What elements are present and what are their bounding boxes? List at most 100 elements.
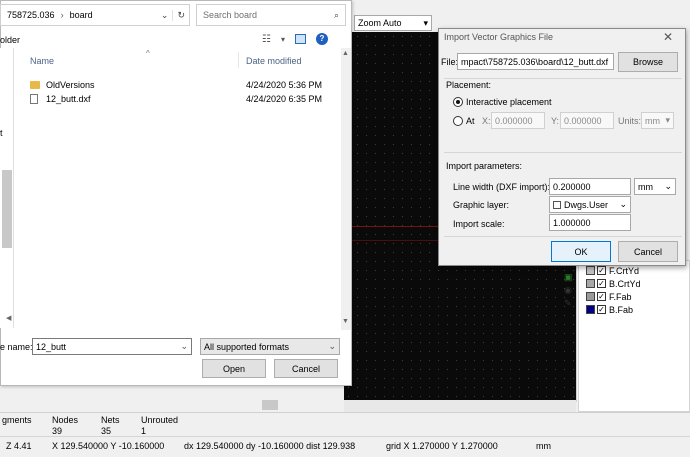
filetype-select[interactable]: All supported formats ⌄: [200, 338, 340, 355]
x-label: X:: [482, 116, 491, 126]
layer-row-bcrtyd[interactable]: ✓ B.CrtYd: [586, 277, 641, 290]
breadcrumb-separator-icon: ›: [60, 10, 64, 20]
line-width-label: Line width (DXF import):: [453, 182, 551, 192]
y-position-input[interactable]: 0.000000: [560, 112, 614, 129]
graphic-layer-display: Dwgs.User: [553, 200, 608, 210]
file-list-scrollbar[interactable]: [341, 48, 351, 330]
zoom-select[interactable]: Zoom Auto ▾: [354, 15, 432, 31]
layer-color-swatch[interactable]: [586, 305, 595, 314]
placement-group-divider: [444, 78, 682, 79]
nodes-value: 39: [52, 426, 63, 436]
graphic-layer-select[interactable]: Dwgs.User ⌄: [549, 196, 631, 213]
file-path-value: mpact\758725.036\board\12_butt.dxf: [461, 56, 609, 67]
help-icon[interactable]: ?: [315, 33, 328, 45]
graphic-layer-label: Graphic layer:: [453, 200, 510, 210]
buttons-divider: [444, 236, 682, 237]
line-width-units-value: mm: [638, 181, 653, 192]
layer-tools-icon[interactable]: ✎: [564, 298, 574, 308]
x-position-input[interactable]: 0.000000: [491, 112, 545, 129]
line-width-units-select[interactable]: mm ⌄: [634, 178, 676, 195]
dialog-title: Import Vector Graphics File: [444, 32, 554, 42]
browse-button-label: Browse: [632, 57, 663, 67]
zoom-readout: Z 4.41: [6, 441, 32, 451]
filename-input[interactable]: 12_butt ⌄: [32, 338, 192, 355]
chevron-down-icon: ⌄: [619, 199, 627, 209]
document-icon: [30, 94, 38, 104]
browse-button[interactable]: Browse: [618, 52, 678, 72]
at-position-radio[interactable]: [453, 116, 463, 126]
open-button[interactable]: Open: [202, 359, 266, 378]
search-input[interactable]: Search board ⌕: [196, 4, 346, 26]
units-select[interactable]: mm ▾: [641, 112, 674, 129]
line-width-input[interactable]: 0.200000: [549, 178, 631, 195]
scroll-left-icon[interactable]: ◀: [6, 314, 11, 322]
file-path-input[interactable]: mpact\758725.036\board\12_butt.dxf: [457, 53, 614, 70]
view-list-icon[interactable]: ☷: [262, 34, 271, 45]
chevron-down-icon: ⌄: [328, 341, 336, 351]
file-name: 12_butt.dxf: [46, 94, 91, 104]
zoom-select-label: Zoom Auto: [358, 18, 402, 28]
preview-pane-icon[interactable]: [294, 34, 306, 44]
column-header-name[interactable]: Name: [30, 56, 54, 66]
layer-name: B.Fab: [609, 304, 634, 315]
layer-side-icons: ▣ ◉ ✎: [564, 272, 574, 308]
unrouted-value: 1: [141, 426, 147, 436]
close-icon[interactable]: ✕: [663, 30, 673, 44]
y-label: Y:: [551, 116, 560, 126]
layer-checkbox[interactable]: ✓: [597, 292, 606, 301]
navigation-scroll-thumb[interactable]: [2, 170, 12, 248]
import-scale-input[interactable]: 1.000000: [549, 214, 631, 231]
delta-readout: dx 129.540000 dy -10.160000 dist 129.938: [184, 441, 356, 451]
filename-value: 12_butt: [36, 341, 67, 352]
column-header-date[interactable]: Date modified: [246, 56, 302, 66]
breadcrumb-part[interactable]: 758725.036: [7, 10, 55, 20]
layer-checkbox[interactable]: ✓: [597, 279, 606, 288]
ok-button[interactable]: OK: [551, 241, 611, 262]
canvas-scroll-thumb[interactable]: [262, 400, 278, 410]
column-divider[interactable]: [238, 52, 239, 68]
filename-label: e name:: [0, 342, 33, 352]
board-edge-line-secondary: [344, 240, 438, 241]
nets-value: 35: [101, 426, 112, 436]
cancel-button-label: Cancel: [291, 363, 320, 374]
layer-color-swatch[interactable]: [586, 279, 595, 288]
chevron-down-icon[interactable]: ▾: [281, 35, 285, 44]
highlight-icon[interactable]: ▣: [564, 272, 574, 282]
interactive-placement-label[interactable]: Interactive placement: [466, 97, 552, 107]
import-cancel-button[interactable]: Cancel: [618, 241, 678, 262]
interactive-placement-radio[interactable]: [453, 97, 463, 107]
nav-item-fragment[interactable]: t: [0, 128, 3, 138]
list-item[interactable]: OldVersions 4/24/2020 5:36 PM: [30, 78, 330, 92]
layer-row-bfab[interactable]: ✓ B.Fab: [586, 303, 641, 316]
chevron-down-icon[interactable]: ⌄: [157, 10, 173, 21]
chevron-down-icon[interactable]: ⌄: [180, 341, 188, 352]
scroll-down-icon[interactable]: ▼: [342, 318, 349, 325]
layer-color-swatch[interactable]: [586, 292, 595, 301]
address-bar[interactable]: 758725.036 › board ⌄ ↻: [0, 4, 190, 26]
placement-header: Placement:: [446, 80, 492, 90]
at-label[interactable]: At: [466, 116, 475, 126]
refresh-icon[interactable]: ↻: [172, 9, 189, 21]
cancel-button[interactable]: Cancel: [274, 359, 338, 378]
units-readout: mm: [536, 441, 551, 451]
canvas-horizontal-scrollbar[interactable]: [344, 400, 576, 412]
scroll-up-icon[interactable]: ▲: [342, 50, 349, 57]
chevron-down-icon: ▾: [423, 17, 428, 28]
search-icon: ⌕: [333, 9, 339, 20]
nav-folder-label[interactable]: older: [0, 35, 20, 45]
layer-checkbox[interactable]: ✓: [597, 266, 606, 275]
ok-button-label: OK: [574, 246, 588, 257]
visibility-icon[interactable]: ◉: [564, 285, 574, 295]
import-params-group-divider: [444, 152, 682, 153]
layer-row-ffab[interactable]: ✓ F.Fab: [586, 290, 641, 303]
layer-color-swatch[interactable]: [586, 266, 595, 275]
breadcrumb-part[interactable]: board: [70, 10, 93, 20]
file-list: OldVersions 4/24/2020 5:36 PM 12_butt.dx…: [30, 78, 330, 106]
layer-checkbox[interactable]: ✓: [597, 305, 606, 314]
units-value: mm: [645, 115, 660, 126]
nets-label: Nets: [101, 415, 120, 425]
layer-rows: ✓ F.CrtYd ✓ B.CrtYd ✓ F.Fab ✓ B.Fab: [586, 264, 641, 316]
status-bar: Z 4.41 X 129.540000 Y -10.160000 dx 129.…: [0, 436, 690, 457]
layer-name: B.CrtYd: [609, 278, 641, 289]
list-item[interactable]: 12_butt.dxf 4/24/2020 6:35 PM: [30, 92, 330, 106]
